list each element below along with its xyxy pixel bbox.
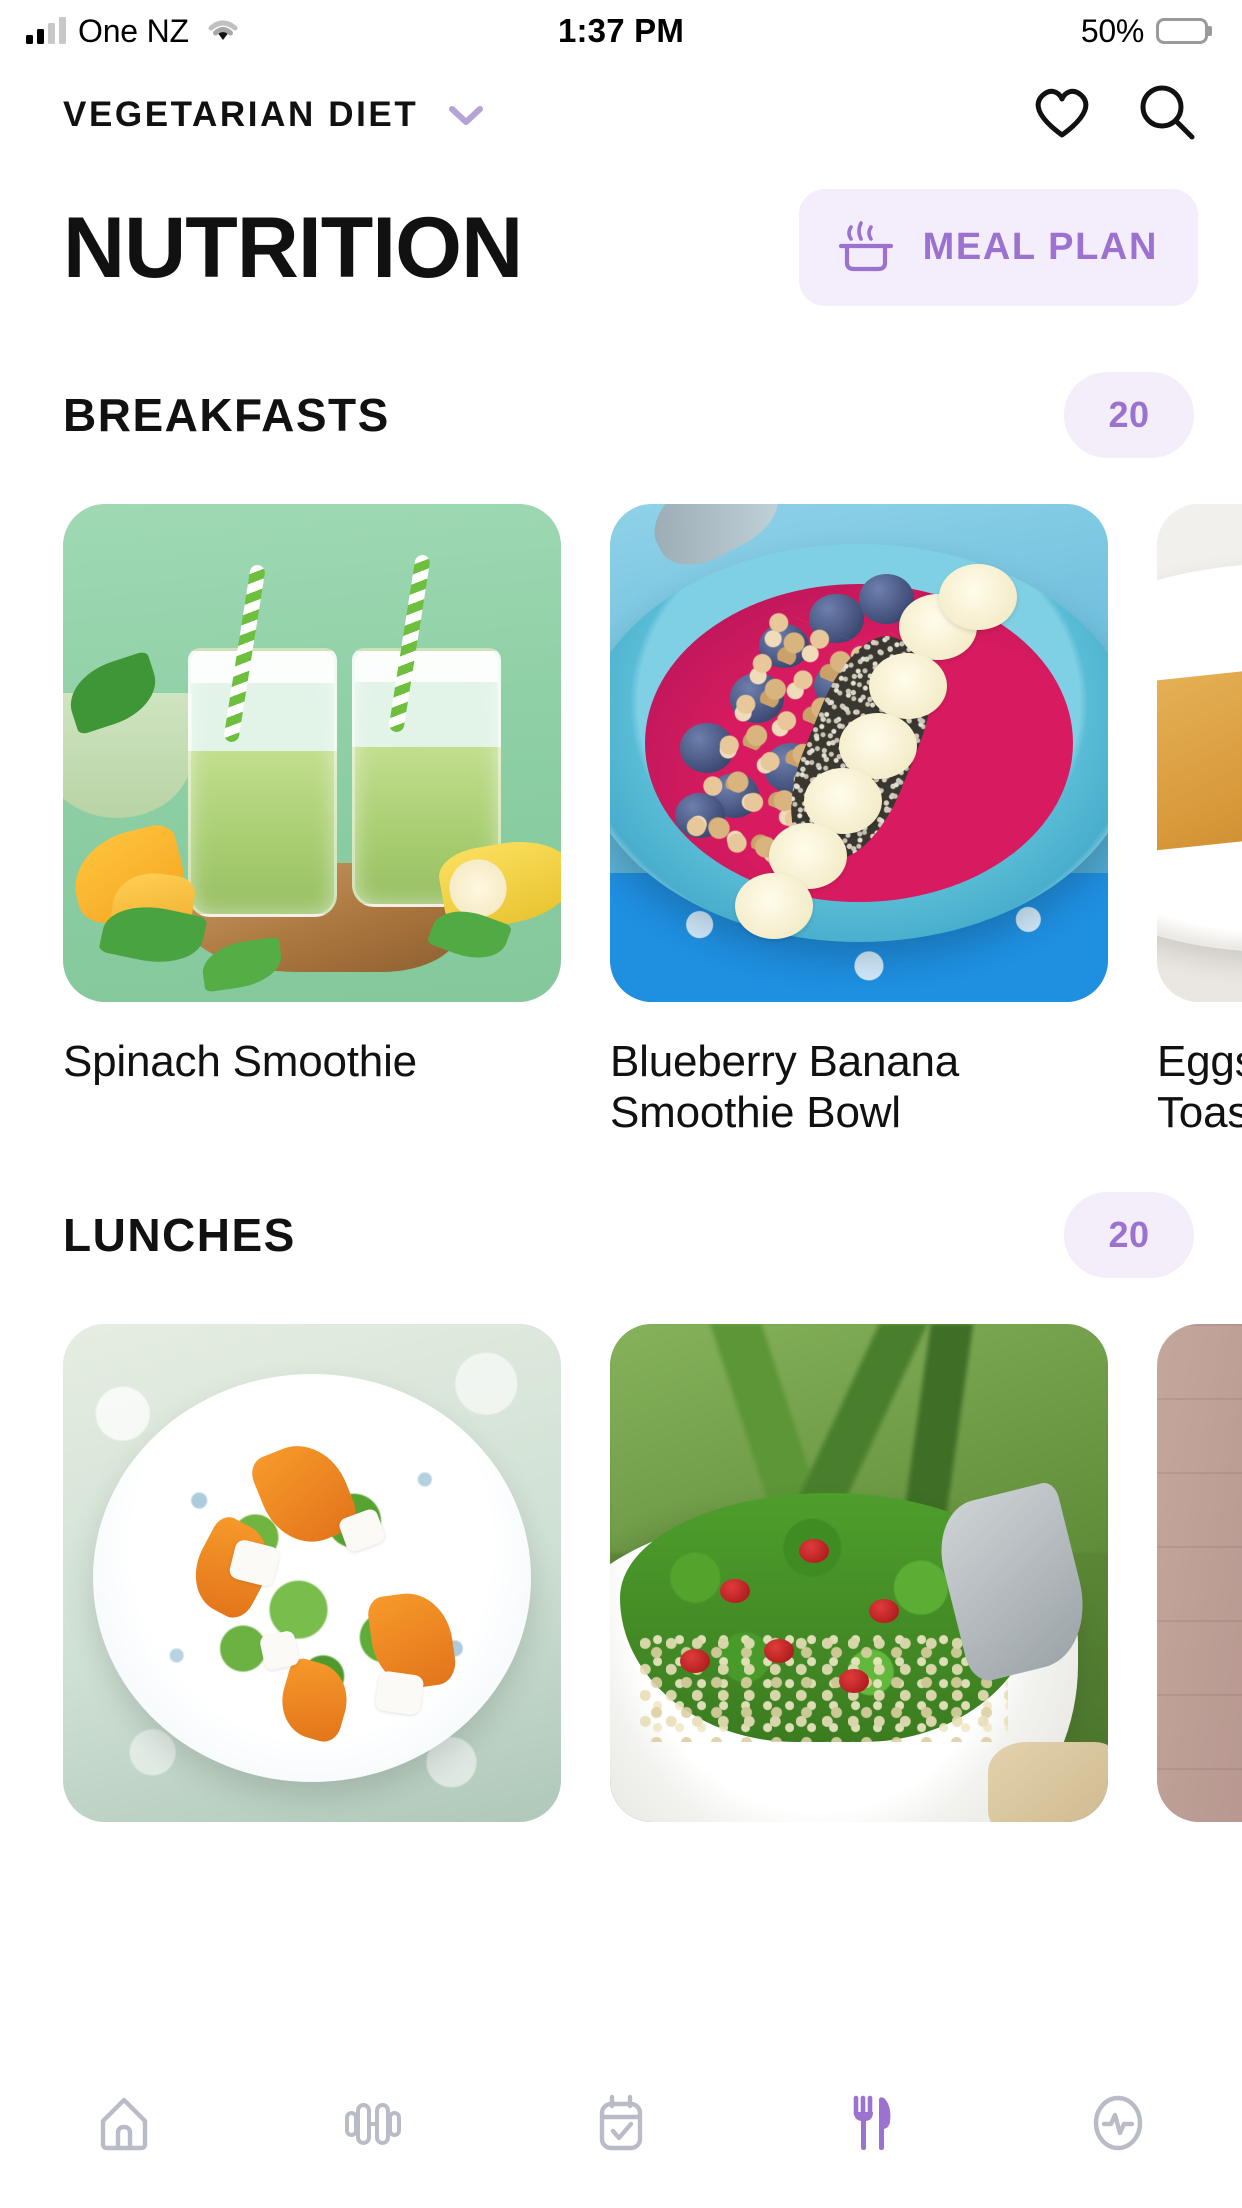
meal-plan-label: MEAL PLAN xyxy=(922,226,1158,268)
app-bar: VEGETARIAN DIET xyxy=(0,62,1242,167)
fork-knife-icon xyxy=(834,2088,904,2161)
section-breakfasts: BREAKFASTS 20 Spinach Smoothie Blueberry… xyxy=(0,372,1242,1138)
cooking-pot-icon xyxy=(835,217,897,278)
recipe-card[interactable] xyxy=(610,1324,1108,1856)
section-title: BREAKFASTS xyxy=(63,389,390,441)
lunches-card-rail[interactable] xyxy=(0,1324,1242,1856)
wood-board-photo xyxy=(1157,1324,1242,1823)
status-bar: One NZ 1:37 PM 50% xyxy=(0,0,1242,62)
breakfasts-card-rail[interactable]: Spinach Smoothie Blueberry Banana Smooth… xyxy=(0,504,1242,1138)
kale-quinoa-salad-photo xyxy=(610,1324,1108,1823)
blueberry-banana-smoothie-bowl-photo xyxy=(610,504,1108,1002)
calendar-check-icon xyxy=(586,2088,656,2161)
diet-selector-label: VEGETARIAN DIET xyxy=(63,94,419,134)
pumpkin-feta-salad-photo xyxy=(63,1324,561,1823)
section-title: LUNCHES xyxy=(63,1209,296,1262)
status-bar-right: 50% xyxy=(1081,13,1208,50)
wifi-icon xyxy=(205,15,241,48)
spinach-smoothie-photo xyxy=(63,504,561,1002)
tab-nutrition[interactable] xyxy=(745,2088,993,2161)
activity-pulse-icon xyxy=(1083,2088,1153,2161)
bottom-tab-bar xyxy=(0,2060,1242,2208)
battery-half-icon xyxy=(1156,18,1208,44)
lunches-count-badge: 20 xyxy=(1064,1192,1194,1279)
dumbbell-icon xyxy=(338,2088,408,2161)
recipe-card[interactable]: Eggs Toast xyxy=(1157,504,1242,1138)
cellular-signal-icon xyxy=(26,17,66,44)
recipe-card[interactable] xyxy=(63,1324,561,1856)
recipe-card[interactable]: Spinach Smoothie xyxy=(63,504,561,1138)
tab-home[interactable] xyxy=(0,2088,248,2161)
recipe-card[interactable] xyxy=(1157,1324,1242,1856)
home-icon xyxy=(89,2088,159,2161)
lunches-header: LUNCHES 20 xyxy=(0,1192,1242,1279)
status-bar-left: One NZ xyxy=(26,13,241,50)
tab-calendar[interactable] xyxy=(497,2088,745,2161)
chevron-down-icon[interactable] xyxy=(444,100,488,130)
tab-activity[interactable] xyxy=(994,2088,1242,2161)
recipe-card[interactable]: Blueberry Banana Smoothie Bowl xyxy=(610,504,1108,1138)
breakfasts-header: BREAKFASTS 20 xyxy=(0,372,1242,458)
search-icon[interactable] xyxy=(1136,81,1198,148)
eggs-on-toast-photo xyxy=(1157,504,1242,1002)
meal-plan-button[interactable]: MEAL PLAN xyxy=(798,189,1198,306)
page-title: NUTRITION xyxy=(63,199,523,296)
section-lunches: LUNCHES 20 xyxy=(0,1192,1242,1856)
recipe-card-title: Blueberry Banana Smoothie Bowl xyxy=(610,1037,960,1138)
recipe-card-title: Spinach Smoothie xyxy=(63,1037,417,1086)
heart-icon[interactable] xyxy=(1030,83,1094,146)
battery-percent-label: 50% xyxy=(1080,12,1144,49)
tab-workouts[interactable] xyxy=(248,2088,496,2161)
carrier-label: One NZ xyxy=(78,12,189,49)
recipe-card-title: Eggs Toast xyxy=(1157,1037,1242,1138)
breakfasts-count-badge: 20 xyxy=(1064,372,1194,458)
app-bar-actions xyxy=(1030,81,1198,148)
page-title-row: NUTRITION MEAL PLAN xyxy=(0,167,1242,306)
